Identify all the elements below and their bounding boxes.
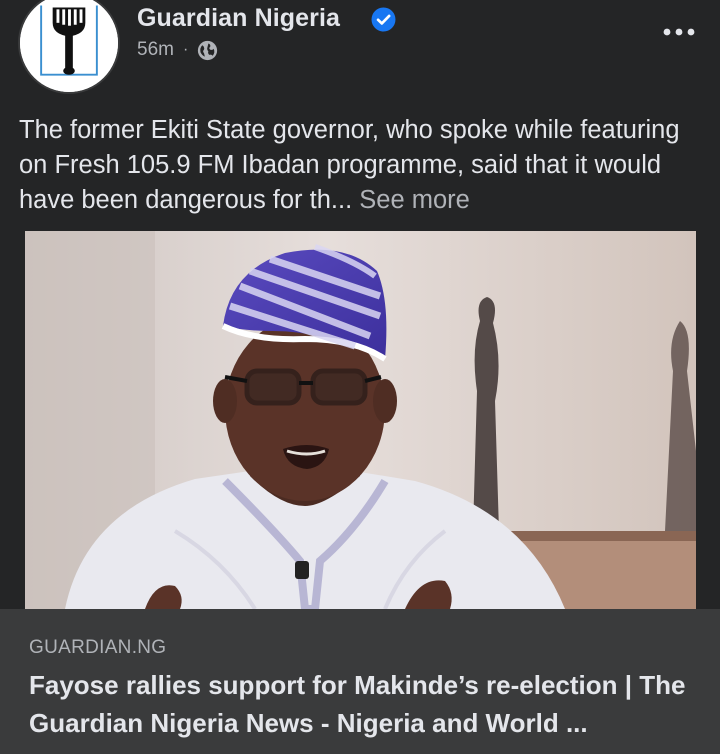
page-name[interactable]: Guardian Nigeria [137, 4, 340, 33]
guardian-logo-icon [20, 0, 118, 92]
link-title[interactable]: Fayose rallies support for Makinde’s re-… [29, 666, 709, 742]
post-meta: 56m · [137, 39, 218, 61]
post-image[interactable] [25, 231, 696, 609]
meta-separator: · [182, 41, 189, 58]
link-preview-card[interactable]: GUARDIAN.NG Fayose rallies support for M… [0, 609, 720, 754]
caption-text: The former Ekiti State governor, who spo… [19, 116, 680, 214]
page-avatar[interactable] [18, 0, 120, 94]
feed-post: Guardian Nigeria 56m · The former Ekiti … [0, 0, 720, 754]
post-timestamp[interactable]: 56m [137, 39, 174, 61]
post-caption: The former Ekiti State governor, who spo… [19, 113, 709, 218]
see-more-link[interactable]: See more [359, 186, 470, 214]
more-options-icon[interactable] [662, 20, 696, 40]
portrait-photo [25, 231, 696, 609]
link-domain: GUARDIAN.NG [29, 637, 167, 658]
verified-badge-icon [371, 7, 396, 32]
globe-icon[interactable] [197, 40, 218, 61]
